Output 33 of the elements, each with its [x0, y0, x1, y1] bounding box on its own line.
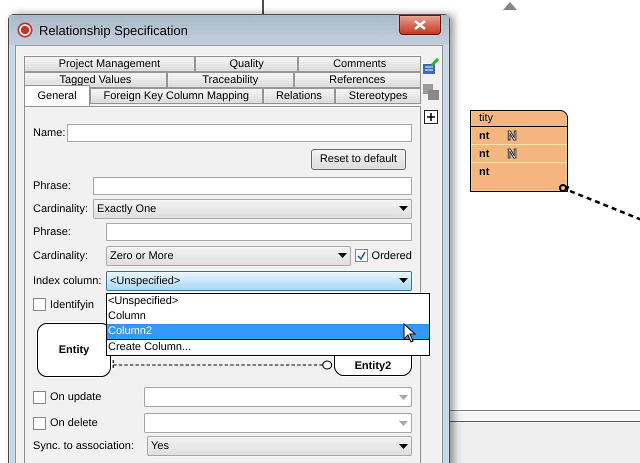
field-label: Phrase:: [33, 226, 72, 238]
checkbox-label: On delete: [50, 417, 99, 429]
cardinality-dropdown[interactable]: Zero or More: [106, 246, 351, 266]
window-title: Relationship Specification: [39, 22, 189, 38]
tab[interactable]: Tagged Values: [24, 72, 167, 88]
checkbox-label: On update: [50, 391, 102, 403]
cardinality-dropdown[interactable]: Exactly One: [93, 198, 412, 218]
null-letter: N: [507, 146, 517, 161]
field-label: Index column:: [33, 274, 102, 286]
tab[interactable]: Quality: [194, 56, 298, 72]
field-label: Cardinality:: [33, 250, 90, 262]
field-label: Name:: [33, 126, 63, 138]
tab[interactable]: Traceability: [166, 72, 294, 88]
tab[interactable]: References: [294, 72, 421, 88]
checkbox-label: Ordered: [372, 250, 412, 262]
null-letter: N: [507, 128, 517, 143]
entity-column: nt: [479, 166, 490, 178]
entity-column: nt: [479, 148, 490, 160]
tab[interactable]: Stereotypes: [335, 88, 421, 104]
field-label: Sync. to association:: [33, 440, 135, 452]
tab[interactable]: Comments: [298, 56, 421, 72]
reset-button[interactable]: Reset to default: [310, 148, 406, 170]
tab[interactable]: Relations: [262, 88, 336, 104]
checkbox-label: Identifyin: [50, 298, 94, 310]
index-column-dropdown[interactable]: <Unspecified>: [106, 270, 412, 290]
tab[interactable]: Project Management: [24, 56, 195, 72]
tab[interactable]: Foreign Key Column Mapping: [90, 88, 263, 104]
entity-column: nt: [479, 130, 490, 142]
field-label: Cardinality:: [33, 202, 89, 214]
field-label: Phrase:: [33, 180, 72, 192]
entity-title: tity: [471, 111, 567, 127]
tab[interactable]: General: [24, 85, 90, 106]
sync-dropdown[interactable]: Yes: [147, 436, 412, 456]
